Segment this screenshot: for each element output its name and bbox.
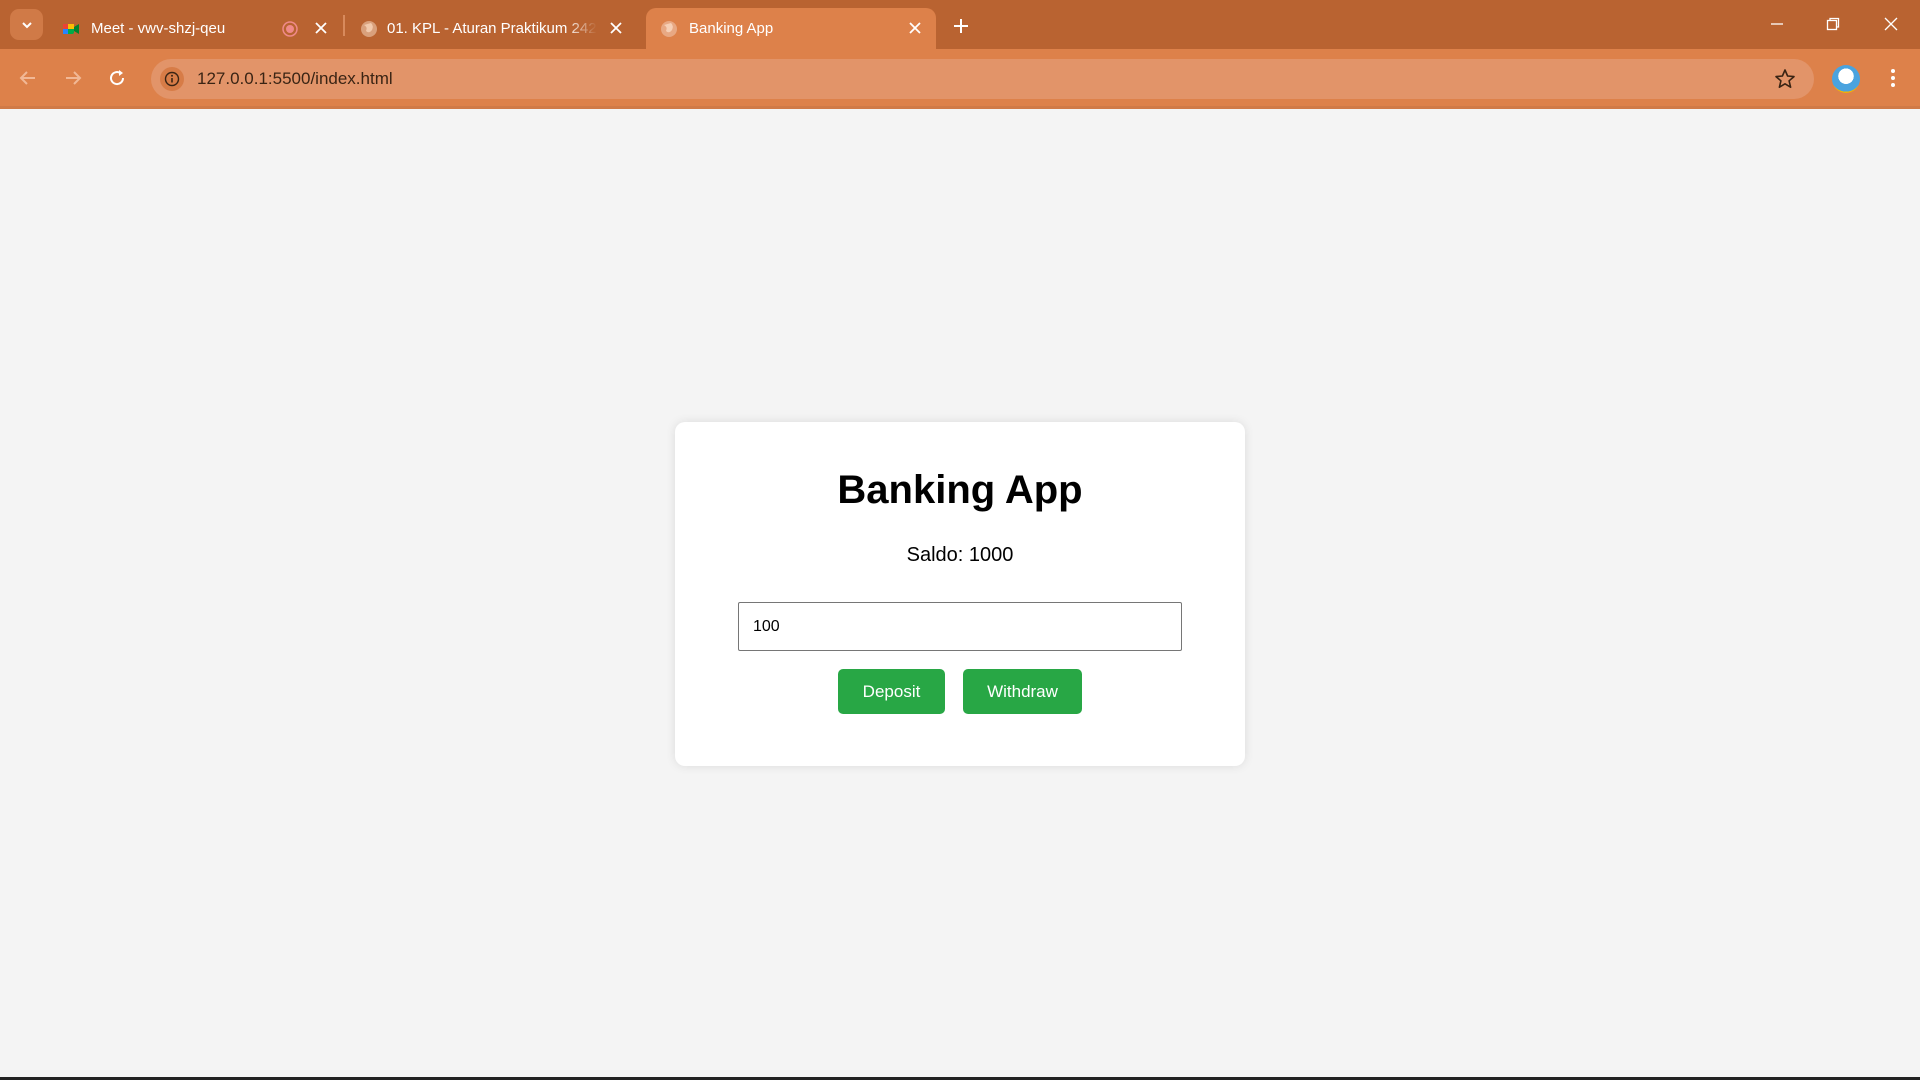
arrow-right-icon xyxy=(66,71,82,85)
chevron-down-icon xyxy=(21,21,32,28)
globe-icon xyxy=(661,21,677,37)
tab-banking-app[interactable]: Banking App xyxy=(646,8,936,49)
minimize-button[interactable] xyxy=(1765,12,1789,36)
info-icon xyxy=(164,71,180,87)
minimize-icon xyxy=(1771,23,1783,25)
tab-close-button[interactable] xyxy=(312,19,330,37)
restore-icon xyxy=(1826,17,1840,31)
close-icon xyxy=(1884,17,1898,31)
reload-icon xyxy=(110,70,125,86)
plus-icon xyxy=(954,19,968,33)
tab-search-button[interactable] xyxy=(10,9,43,40)
close-window-button[interactable] xyxy=(1879,12,1903,36)
close-icon xyxy=(610,22,622,34)
tab-title: 01. KPL - Aturan Praktikum 242 xyxy=(387,20,597,37)
tab-title: Banking App xyxy=(689,20,774,37)
browser-menu-button[interactable] xyxy=(1880,65,1906,91)
forward-button[interactable] xyxy=(60,65,86,91)
recording-icon xyxy=(282,21,298,37)
tab-strip: Meet - vwv-shzj-qeu 01. KPL - Aturan Pra… xyxy=(0,0,1920,49)
browser-toolbar: 127.0.0.1:5500/index.html xyxy=(0,49,1920,108)
back-button[interactable] xyxy=(15,65,41,91)
tab-close-button[interactable] xyxy=(906,19,924,37)
close-icon xyxy=(315,22,327,34)
close-icon xyxy=(909,22,921,34)
site-info-button[interactable] xyxy=(160,67,184,91)
tab-kpl[interactable]: 01. KPL - Aturan Praktikum 242 xyxy=(346,8,636,49)
balance-text: Saldo: 1000 xyxy=(906,544,1014,566)
profile-avatar[interactable] xyxy=(1832,65,1860,93)
globe-icon xyxy=(361,21,377,37)
restore-button[interactable] xyxy=(1821,12,1845,36)
tab-meet[interactable]: Meet - vwv-shzj-qeu xyxy=(48,8,338,49)
address-bar[interactable]: 127.0.0.1:5500/index.html xyxy=(151,59,1814,99)
google-meet-icon xyxy=(63,24,79,34)
reload-button[interactable] xyxy=(104,65,130,91)
tab-close-button[interactable] xyxy=(607,19,625,37)
url-text[interactable]: 127.0.0.1:5500/index.html xyxy=(197,69,393,89)
arrow-left-icon xyxy=(19,71,35,85)
star-icon[interactable] xyxy=(1774,68,1796,90)
toolbar-divider xyxy=(0,106,1920,109)
withdraw-button[interactable]: Withdraw xyxy=(963,669,1082,714)
page-title: Banking App xyxy=(837,468,1083,512)
banking-card: Banking App Saldo: 1000 Deposit Withdraw xyxy=(675,422,1245,766)
more-vertical-icon xyxy=(1891,69,1895,87)
new-tab-button[interactable] xyxy=(950,15,972,37)
amount-input[interactable] xyxy=(738,602,1182,651)
tab-title: Meet - vwv-shzj-qeu xyxy=(91,20,226,37)
tab-separator xyxy=(343,15,345,36)
deposit-button[interactable]: Deposit xyxy=(838,669,945,714)
